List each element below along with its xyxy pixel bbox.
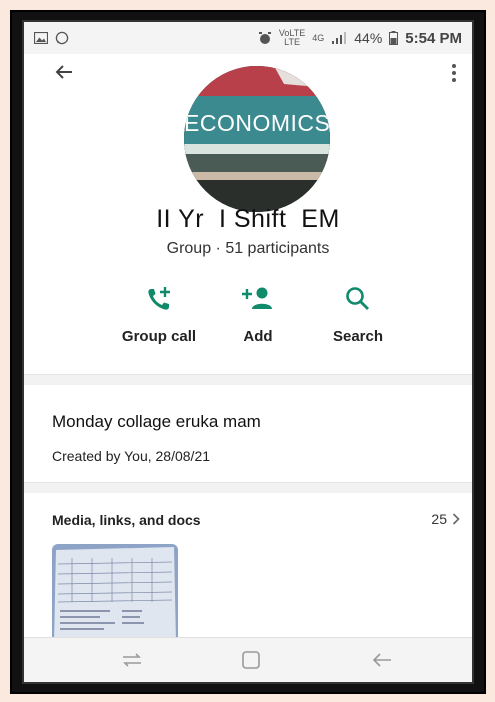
back-arrow-icon[interactable] bbox=[52, 60, 76, 84]
recent-apps-icon[interactable] bbox=[119, 648, 145, 672]
alarm-icon bbox=[258, 32, 271, 44]
group-name: II Yr I Shift EM bbox=[156, 205, 340, 233]
media-count: 25 bbox=[431, 511, 447, 527]
battery-icon bbox=[389, 31, 399, 45]
status-bar: VoLTE LTE 4G 44% 5:54 PM bbox=[24, 22, 472, 54]
back-nav-icon[interactable] bbox=[369, 648, 395, 672]
add-call-icon bbox=[148, 287, 170, 310]
home-icon[interactable] bbox=[238, 648, 264, 672]
search-button[interactable]: Search bbox=[303, 284, 413, 345]
group-description[interactable]: Monday collage eruka mam bbox=[52, 412, 261, 432]
economics-book-image bbox=[184, 66, 330, 212]
add-label: Add bbox=[243, 328, 273, 345]
group-call-label: Group call bbox=[121, 328, 197, 345]
lte-label: LTE bbox=[284, 37, 300, 47]
group-created-info: Created by You, 28/08/21 bbox=[52, 448, 211, 464]
signal-icon bbox=[332, 32, 347, 44]
action-row: Group call Add Search bbox=[24, 284, 472, 354]
book-title-text: ECONOMICS bbox=[184, 110, 330, 136]
phone-screen: VoLTE LTE 4G 44% 5:54 PM ECONOMICS II Yr… bbox=[22, 20, 474, 684]
battery-percent: 44% bbox=[354, 30, 383, 46]
group-avatar[interactable]: ECONOMICS bbox=[184, 66, 330, 212]
search-icon bbox=[346, 287, 369, 310]
add-person-icon bbox=[242, 287, 272, 309]
section-divider bbox=[24, 482, 472, 493]
group-subtitle: Group · 51 participants bbox=[166, 240, 330, 257]
more-options-icon[interactable] bbox=[450, 62, 458, 84]
clock: 5:54 PM bbox=[405, 29, 462, 47]
media-count-link[interactable]: 25 bbox=[431, 511, 460, 527]
system-navigation-bar bbox=[24, 637, 472, 682]
add-button[interactable]: Add bbox=[203, 284, 313, 345]
whatsapp-notification-icon bbox=[55, 31, 69, 45]
gallery-notification-icon bbox=[34, 32, 48, 44]
media-thumbnail[interactable] bbox=[52, 544, 178, 644]
chevron-right-icon bbox=[452, 513, 460, 525]
document-photo-thumbnail bbox=[52, 544, 178, 644]
network-type: 4G bbox=[312, 32, 325, 43]
media-section-title[interactable]: Media, links, and docs bbox=[52, 512, 201, 528]
search-label: Search bbox=[332, 328, 384, 345]
group-call-button[interactable]: Group call bbox=[104, 284, 214, 345]
section-divider bbox=[24, 374, 472, 385]
